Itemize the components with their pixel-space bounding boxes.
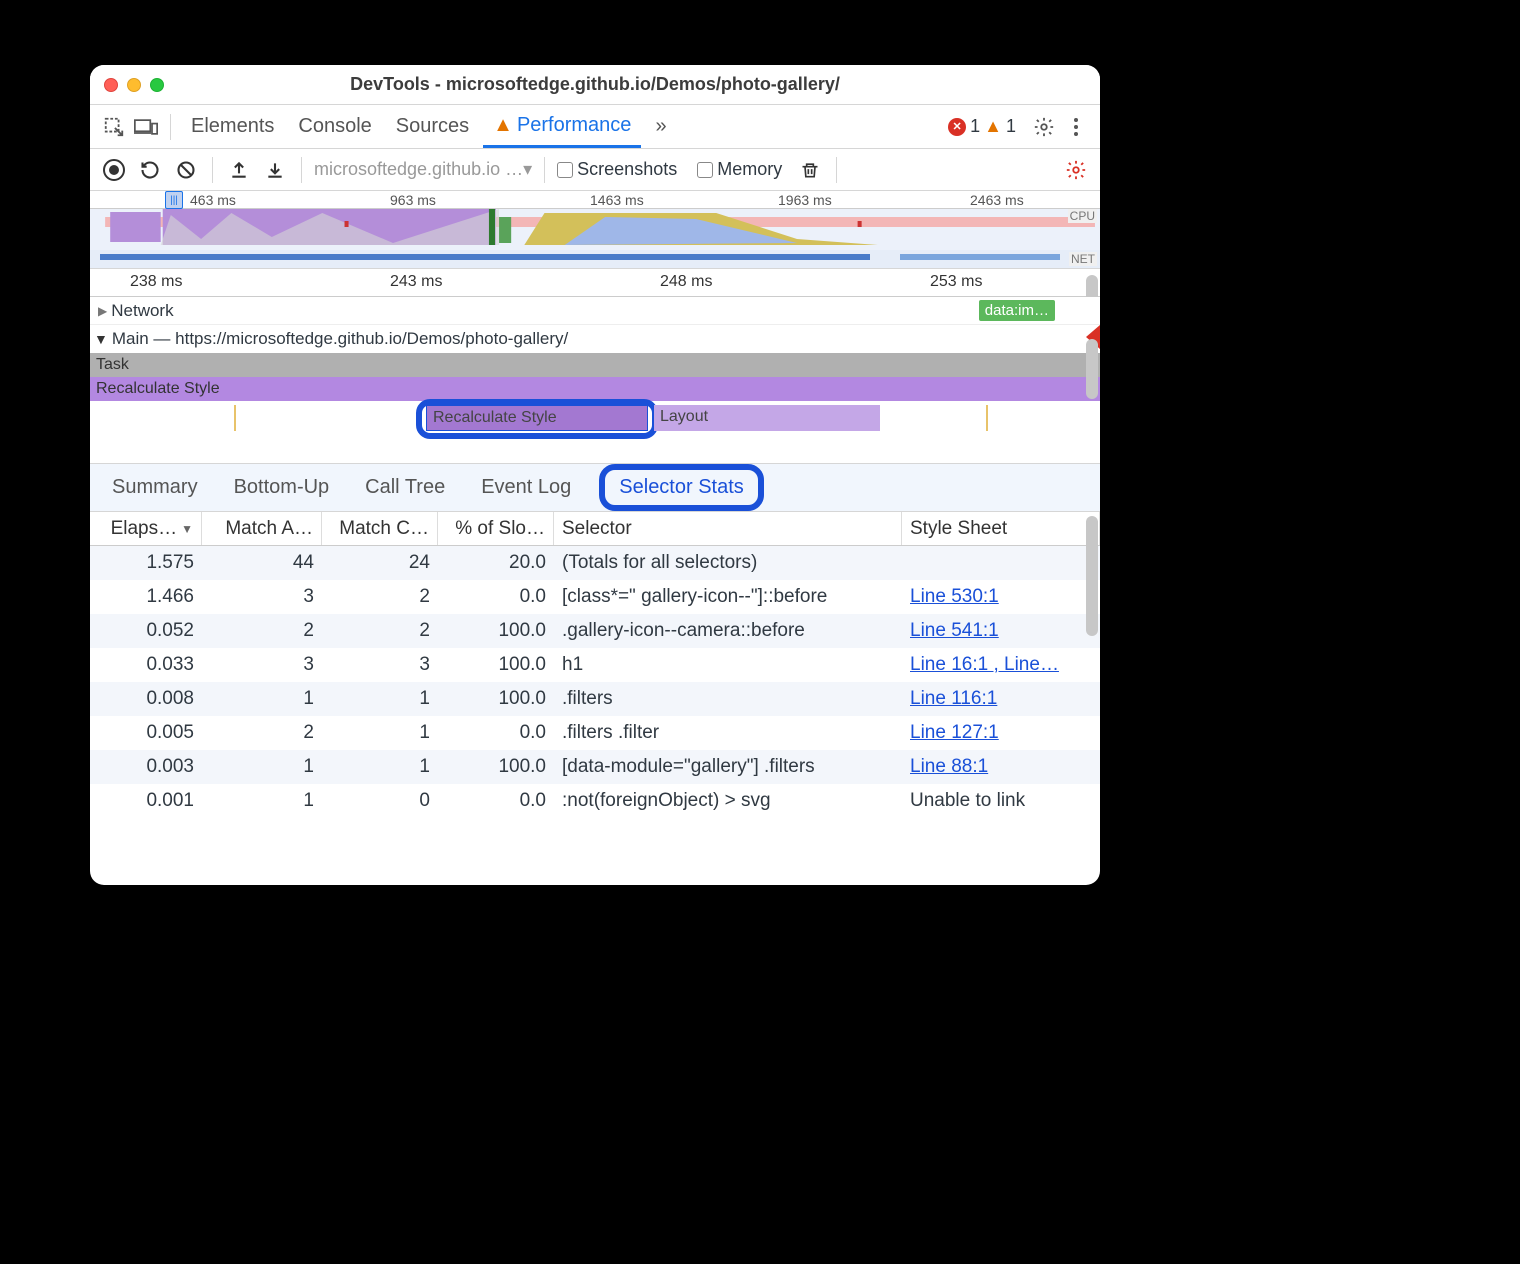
- screenshots-checkbox[interactable]: Screenshots: [557, 159, 677, 180]
- scrollbar-thumb[interactable]: [1086, 339, 1098, 399]
- tab-sources[interactable]: Sources: [386, 105, 479, 148]
- error-icon[interactable]: [948, 118, 966, 136]
- kebab-menu-icon[interactable]: [1062, 113, 1090, 141]
- performance-toolbar: microsoftedge.github.io …▾ Screenshots M…: [90, 149, 1100, 191]
- stylesheet-link[interactable]: Line 530:1: [910, 586, 999, 608]
- thin-bar[interactable]: [234, 405, 236, 431]
- col-match-attempts[interactable]: Match A…: [202, 512, 322, 545]
- network-track[interactable]: ▶ Network data:im…: [90, 297, 1100, 325]
- overview-tick: 963 ms: [390, 192, 436, 208]
- main-track-header[interactable]: ▼ Main — https://microsoftedge.github.io…: [90, 325, 1100, 353]
- selector-stats-table: Elaps…▼ Match A… Match C… % of Slo… Sele…: [90, 512, 1100, 885]
- recalculate-style-bar[interactable]: Recalculate Style: [90, 377, 1100, 401]
- stylesheet-link[interactable]: Line 116:1: [910, 688, 997, 710]
- col-elapsed[interactable]: Elaps…▼: [90, 512, 202, 545]
- table-row[interactable]: 0.001100.0:not(foreignObject) > svgUnabl…: [90, 784, 1100, 818]
- scrollbar-thumb[interactable]: [1086, 516, 1098, 636]
- overview-tick: 1463 ms: [590, 192, 644, 208]
- tab-console[interactable]: Console: [288, 105, 381, 148]
- table-row[interactable]: 0.03333100.0h1Line 16:1 , Line…: [90, 648, 1100, 682]
- flame-tick: 248 ms: [660, 273, 712, 291]
- warning-triangle-icon[interactable]: ▲: [984, 116, 1002, 137]
- download-button[interactable]: [261, 156, 289, 184]
- table-row[interactable]: 0.00811100.0.filtersLine 116:1: [90, 682, 1100, 716]
- device-toggle-icon[interactable]: [132, 113, 160, 141]
- cpu-graph: CPU: [90, 209, 1100, 245]
- trash-icon[interactable]: [796, 156, 824, 184]
- table-row[interactable]: 0.05222100.0.gallery-icon--camera::befor…: [90, 614, 1100, 648]
- tab-performance[interactable]: ▲ Performance: [483, 105, 641, 148]
- inspect-icon[interactable]: [100, 113, 128, 141]
- stylesheet-link[interactable]: Line 16:1 , Line…: [910, 654, 1059, 676]
- collapse-icon[interactable]: ▶: [98, 304, 107, 318]
- overview-tick: 1963 ms: [778, 192, 832, 208]
- recalculate-style-bar-selected[interactable]: Recalculate Style: [426, 405, 648, 431]
- flame-tick: 243 ms: [390, 273, 442, 291]
- tab-elements[interactable]: Elements: [181, 105, 284, 148]
- flame-tick: 238 ms: [130, 273, 182, 291]
- window-title: DevTools - microsoftedge.github.io/Demos…: [90, 74, 1100, 95]
- flame-tick: 253 ms: [930, 273, 982, 291]
- table-row[interactable]: 1.466320.0[class*=" gallery-icon--"]::be…: [90, 580, 1100, 614]
- timeline-handle[interactable]: |||: [165, 191, 183, 209]
- stylesheet-link[interactable]: Line 541:1: [910, 620, 999, 642]
- reload-button[interactable]: [136, 156, 164, 184]
- main-tabs: Elements Console Sources ▲ Performance »…: [90, 105, 1100, 149]
- status-badges: 1 ▲ 1: [948, 116, 1016, 137]
- cpu-label: CPU: [1068, 209, 1097, 223]
- tab-call-tree[interactable]: Call Tree: [357, 472, 453, 503]
- stylesheet-link[interactable]: Line 88:1: [910, 756, 988, 778]
- sort-desc-icon: ▼: [181, 522, 193, 536]
- capture-settings-icon[interactable]: [1062, 156, 1090, 184]
- net-graph: NET: [90, 250, 1100, 268]
- settings-gear-icon[interactable]: [1030, 113, 1058, 141]
- warning-count: 1: [1006, 116, 1016, 137]
- recording-selector[interactable]: microsoftedge.github.io …▾: [314, 159, 532, 180]
- upload-button[interactable]: [225, 156, 253, 184]
- tab-performance-label: Performance: [517, 114, 632, 137]
- main-label: Main — https://microsoftedge.github.io/D…: [112, 329, 568, 349]
- flame-chart[interactable]: 238 ms 243 ms 248 ms 253 ms ▶ Network da…: [90, 269, 1100, 464]
- col-selector[interactable]: Selector: [554, 512, 902, 545]
- tab-bottom-up[interactable]: Bottom-Up: [226, 472, 338, 503]
- table-row[interactable]: 0.005210.0.filters .filterLine 127:1: [90, 716, 1100, 750]
- record-button[interactable]: [100, 156, 128, 184]
- network-label: Network: [111, 301, 173, 321]
- net-label: NET: [1069, 252, 1097, 266]
- devtools-window: DevTools - microsoftedge.github.io/Demos…: [90, 65, 1100, 885]
- thin-bar[interactable]: [986, 405, 988, 431]
- expand-icon[interactable]: ▼: [94, 331, 108, 347]
- table-row[interactable]: 0.00311100.0[data-module="gallery"] .fil…: [90, 750, 1100, 784]
- overview-timeline[interactable]: ||| 463 ms 963 ms 1463 ms 1963 ms 2463 m…: [90, 191, 1100, 269]
- titlebar: DevTools - microsoftedge.github.io/Demos…: [90, 65, 1100, 105]
- layout-bar[interactable]: Layout: [654, 405, 880, 431]
- tab-selector-stats[interactable]: Selector Stats: [599, 464, 764, 511]
- memory-checkbox[interactable]: Memory: [697, 159, 782, 180]
- clear-button[interactable]: [172, 156, 200, 184]
- details-tabs: Summary Bottom-Up Call Tree Event Log Se…: [90, 464, 1100, 512]
- stylesheet-link[interactable]: Line 127:1: [910, 722, 999, 744]
- overview-tick: 463 ms: [190, 192, 236, 208]
- tab-more[interactable]: »: [645, 105, 676, 148]
- tab-summary[interactable]: Summary: [104, 472, 206, 503]
- table-header: Elaps…▼ Match A… Match C… % of Slo… Sele…: [90, 512, 1100, 546]
- main-track[interactable]: Task Recalculate Style Recalculate Style…: [90, 353, 1100, 439]
- col-style-sheet[interactable]: Style Sheet: [902, 512, 1100, 545]
- network-resource-chip[interactable]: data:im…: [979, 300, 1055, 321]
- table-row[interactable]: 1.575442420.0(Totals for all selectors): [90, 546, 1100, 580]
- error-count: 1: [970, 116, 980, 137]
- col-match-count[interactable]: Match C…: [322, 512, 438, 545]
- table-body: 1.575442420.0(Totals for all selectors)1…: [90, 546, 1100, 818]
- task-bar[interactable]: Task: [90, 353, 1100, 377]
- tab-event-log[interactable]: Event Log: [473, 472, 579, 503]
- overview-tick: 2463 ms: [970, 192, 1024, 208]
- warning-icon: ▲: [493, 114, 513, 137]
- col-percent-slow[interactable]: % of Slo…: [438, 512, 554, 545]
